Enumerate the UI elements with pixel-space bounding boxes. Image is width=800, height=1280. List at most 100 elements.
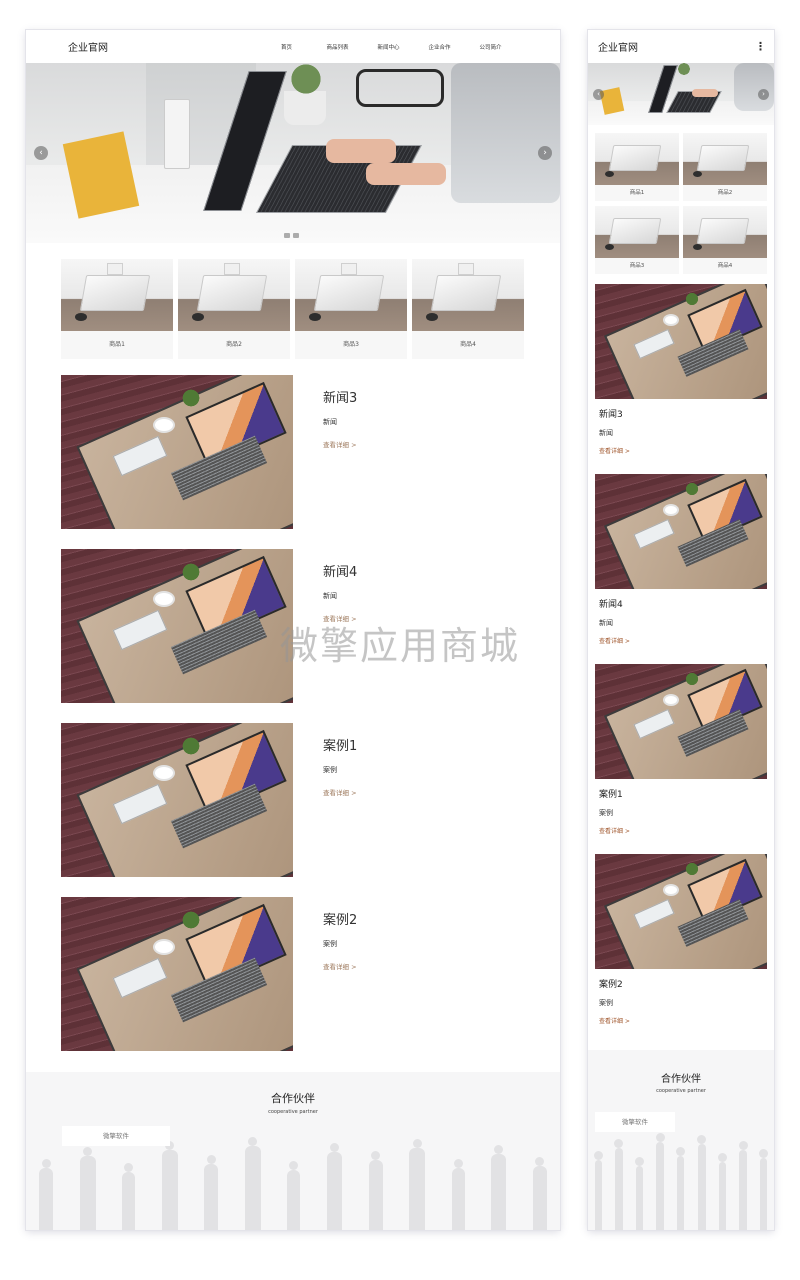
product-card[interactable]: 商品4 [683,206,767,274]
watermark-text: 微擎应用商城 [280,624,521,668]
article-item[interactable]: 新闻3 新闻 查看详细 > [595,284,774,474]
article-image [595,284,767,399]
mobile-preview: 企业官网 ⋮ ‹ › 商品1 商品2 商品3 商品4 新闻3 新闻 查看详细 >… [588,30,774,1230]
nav-products[interactable]: 商品列表 [312,43,363,51]
product-card[interactable]: 商品1 [595,133,679,201]
partners-section: 合作伙伴 cooperative partner 微擎软件 [588,1050,774,1230]
product-label: 商品1 [61,331,173,359]
partners-title: 合作伙伴 [271,1092,315,1105]
product-image [61,259,173,331]
article-more-link[interactable]: 查看详细 > [599,826,774,835]
product-card[interactable]: 商品1 [61,259,173,359]
article-category: 新闻 [323,592,337,600]
product-image [595,206,679,258]
product-image [178,259,290,331]
partners-crowd-image [588,1120,774,1230]
site-logo[interactable]: 企业官网 [68,39,108,54]
article-image [61,897,293,1051]
article-item[interactable]: 案例2 案例 查看详细 > [61,897,560,1051]
banner-indicator [284,233,299,238]
product-grid: 商品1 商品2 商品3 商品4 [595,133,774,274]
product-label: 商品3 [595,258,679,274]
article-title[interactable]: 案例1 [323,735,357,754]
banner-next-arrow-icon[interactable]: › [758,89,769,100]
banner-carousel[interactable]: ‹ › [588,63,774,125]
nav-home[interactable]: 首页 [261,43,312,51]
article-image [595,854,767,969]
site-logo[interactable]: 企业官网 [598,39,638,54]
banner-plant [276,63,336,99]
article-image [61,375,293,529]
product-label: 商品1 [595,185,679,201]
article-category: 新闻 [599,619,613,627]
banner-tissue-box [164,99,190,169]
banner-carousel[interactable]: ‹ › [26,63,560,243]
banner-hand-left [326,139,396,163]
partner-card[interactable]: 微擎软件 [595,1112,675,1132]
article-title[interactable]: 案例1 [599,787,774,800]
banner-dot[interactable] [293,233,299,238]
article-category: 案例 [599,999,613,1007]
partner-card[interactable]: 微擎软件 [62,1126,170,1146]
product-label: 商品3 [295,331,407,359]
product-card[interactable]: 商品2 [178,259,290,359]
article-category: 案例 [323,766,337,774]
mobile-header: 企业官网 ⋮ [588,30,774,63]
article-item[interactable]: 案例2 案例 查看详细 > [595,854,774,1044]
article-image [595,664,767,779]
nav-about[interactable]: 公司简介 [465,43,516,51]
article-image [595,474,767,589]
article-title[interactable]: 新闻3 [599,407,774,420]
partners-subtitle: cooperative partner [268,1109,318,1115]
product-label: 商品2 [178,331,290,359]
more-menu-icon[interactable]: ⋮ [755,40,766,53]
article-title[interactable]: 案例2 [323,909,357,928]
article-more-link[interactable]: 查看详细 > [323,787,357,797]
banner-phone [356,69,444,107]
article-title[interactable]: 新闻4 [323,561,357,580]
article-more-link[interactable]: 查看详细 > [323,961,357,971]
product-image [295,259,407,331]
product-card[interactable]: 商品2 [683,133,767,201]
product-card[interactable]: 商品3 [295,259,407,359]
banner-dot[interactable] [284,233,290,238]
article-item[interactable]: 案例1 案例 查看详细 > [595,664,774,854]
product-label: 商品4 [683,258,767,274]
banner-arm [734,63,774,111]
product-image [683,133,767,185]
main-nav: 首页 商品列表 新闻中心 企业合作 公司简介 [261,43,516,51]
product-image [683,206,767,258]
nav-cooperation[interactable]: 企业合作 [414,43,465,51]
banner-arm [451,63,560,203]
article-more-link[interactable]: 查看详细 > [323,439,357,449]
article-list: 新闻3 新闻 查看详细 > 新闻4 新闻 查看详细 > 案例1 案例 查看详细 … [61,375,560,1051]
partners-title: 合作伙伴 [661,1074,701,1085]
article-item[interactable]: 新闻3 新闻 查看详细 > [61,375,560,529]
article-title[interactable]: 案例2 [599,977,774,990]
banner-hand-right [366,163,446,185]
banner-next-arrow-icon[interactable]: › [538,146,552,160]
product-card[interactable]: 商品4 [412,259,524,359]
product-grid: 商品1 商品2 商品3 商品4 [61,259,560,359]
nav-news[interactable]: 新闻中心 [363,43,414,51]
article-more-link[interactable]: 查看详细 > [599,1016,774,1025]
product-card[interactable]: 商品3 [595,206,679,274]
partners-subtitle: cooperative partner [656,1088,706,1094]
article-item[interactable]: 案例1 案例 查看详细 > [61,723,560,877]
product-label: 商品2 [683,185,767,201]
product-image [412,259,524,331]
article-category: 新闻 [323,418,337,426]
partners-section: 合作伙伴 cooperative partner 微擎软件 [26,1072,560,1230]
banner-prev-arrow-icon[interactable]: ‹ [34,146,48,160]
article-category: 案例 [599,809,613,817]
article-category: 案例 [323,940,337,948]
article-image [61,723,293,877]
article-title[interactable]: 新闻3 [323,387,357,406]
article-title[interactable]: 新闻4 [599,597,774,610]
article-more-link[interactable]: 查看详细 > [599,446,774,455]
article-more-link[interactable]: 查看详细 > [599,636,774,645]
article-list: 新闻3 新闻 查看详细 > 新闻4 新闻 查看详细 > 案例1 案例 查看详细 … [595,284,774,1044]
banner-hand [692,89,718,97]
article-item[interactable]: 新闻4 新闻 查看详细 > [595,474,774,664]
banner-prev-arrow-icon[interactable]: ‹ [593,89,604,100]
